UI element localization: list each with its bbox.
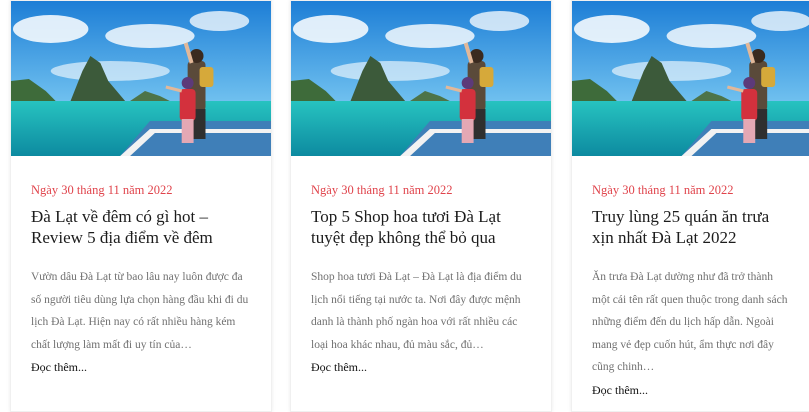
post-date: Ngày 30 tháng 11 năm 2022 xyxy=(592,183,734,197)
post-excerpt: Ăn trưa Đà Lạt dường như đã trở thành mộ… xyxy=(592,271,788,373)
blog-card: Ngày 30 tháng 11 năm 2022 Đà Lạt về đêm … xyxy=(10,0,272,412)
post-date: Ngày 30 tháng 11 năm 2022 xyxy=(31,183,173,197)
post-thumbnail[interactable] xyxy=(572,1,809,156)
post-title[interactable]: Đà Lạt về đêm có gì hot – Review 5 địa đ… xyxy=(31,206,251,248)
post-thumbnail[interactable] xyxy=(11,1,271,156)
post-date: Ngày 30 tháng 11 năm 2022 xyxy=(311,183,453,197)
blog-post-grid: Ngày 30 tháng 11 năm 2022 Đà Lạt về đêm … xyxy=(0,0,809,412)
read-more-link[interactable]: Đọc thêm... xyxy=(311,360,531,375)
blog-card: Ngày 30 tháng 11 năm 2022 Top 5 Shop hoa… xyxy=(290,0,552,412)
read-more-link[interactable]: Đọc thêm... xyxy=(592,383,789,398)
post-excerpt: Shop hoa tươi Đà Lạt – Đà Lạt là địa điể… xyxy=(311,271,522,351)
read-more-link[interactable]: Đọc thêm... xyxy=(31,360,251,375)
post-title[interactable]: Truy lùng 25 quán ăn trưa xịn nhất Đà Lạ… xyxy=(592,206,789,248)
blog-card: Ngày 30 tháng 11 năm 2022 Truy lùng 25 q… xyxy=(571,0,809,412)
post-title[interactable]: Top 5 Shop hoa tươi Đà Lạt tuyệt đẹp khô… xyxy=(311,206,531,248)
post-thumbnail[interactable] xyxy=(291,1,551,156)
post-excerpt: Vườn dâu Đà Lạt từ bao lâu nay luôn được… xyxy=(31,271,249,351)
